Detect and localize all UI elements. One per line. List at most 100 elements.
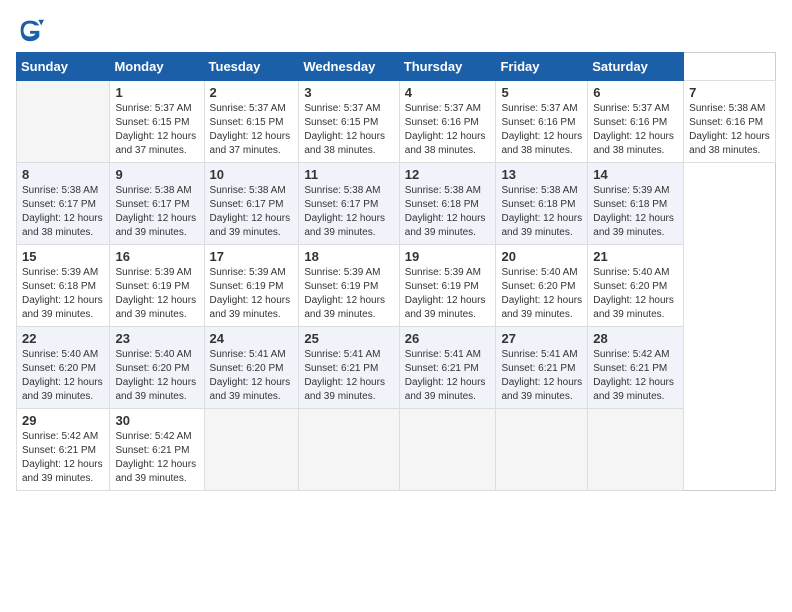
day-number: 8 xyxy=(22,167,104,182)
day-info: Sunrise: 5:38 AMSunset: 6:17 PMDaylight:… xyxy=(115,185,196,238)
weekday-header-monday: Monday xyxy=(110,53,204,81)
day-number: 6 xyxy=(593,85,678,100)
day-cell-16: 16 Sunrise: 5:39 AMSunset: 6:19 PMDaylig… xyxy=(110,245,204,327)
day-info: Sunrise: 5:37 AMSunset: 6:16 PMDaylight:… xyxy=(501,103,582,156)
day-info: Sunrise: 5:37 AMSunset: 6:15 PMDaylight:… xyxy=(115,103,196,156)
day-cell-13: 13 Sunrise: 5:38 AMSunset: 6:18 PMDaylig… xyxy=(496,163,588,245)
day-number: 5 xyxy=(501,85,582,100)
weekday-header-thursday: Thursday xyxy=(399,53,496,81)
day-cell-28: 28 Sunrise: 5:42 AMSunset: 6:21 PMDaylig… xyxy=(588,327,684,409)
day-number: 1 xyxy=(115,85,198,100)
day-info: Sunrise: 5:39 AMSunset: 6:18 PMDaylight:… xyxy=(593,185,674,238)
day-cell-27: 27 Sunrise: 5:41 AMSunset: 6:21 PMDaylig… xyxy=(496,327,588,409)
day-cell-21: 21 Sunrise: 5:40 AMSunset: 6:20 PMDaylig… xyxy=(588,245,684,327)
day-number: 7 xyxy=(689,85,770,100)
day-info: Sunrise: 5:41 AMSunset: 6:20 PMDaylight:… xyxy=(210,349,291,402)
day-info: Sunrise: 5:39 AMSunset: 6:19 PMDaylight:… xyxy=(405,267,486,320)
day-info: Sunrise: 5:37 AMSunset: 6:16 PMDaylight:… xyxy=(405,103,486,156)
logo-icon xyxy=(16,16,44,44)
day-number: 14 xyxy=(593,167,678,182)
day-info: Sunrise: 5:38 AMSunset: 6:17 PMDaylight:… xyxy=(210,185,291,238)
day-info: Sunrise: 5:39 AMSunset: 6:19 PMDaylight:… xyxy=(304,267,385,320)
day-cell-4: 4 Sunrise: 5:37 AMSunset: 6:16 PMDayligh… xyxy=(399,81,496,163)
day-info: Sunrise: 5:38 AMSunset: 6:18 PMDaylight:… xyxy=(405,185,486,238)
empty-cell xyxy=(204,409,299,491)
day-number: 15 xyxy=(22,249,104,264)
calendar-week-5: 29 Sunrise: 5:42 AMSunset: 6:21 PMDaylig… xyxy=(17,409,776,491)
day-info: Sunrise: 5:38 AMSunset: 6:16 PMDaylight:… xyxy=(689,103,770,156)
day-number: 12 xyxy=(405,167,491,182)
day-cell-6: 6 Sunrise: 5:37 AMSunset: 6:16 PMDayligh… xyxy=(588,81,684,163)
day-info: Sunrise: 5:40 AMSunset: 6:20 PMDaylight:… xyxy=(22,349,103,402)
day-cell-11: 11 Sunrise: 5:38 AMSunset: 6:17 PMDaylig… xyxy=(299,163,399,245)
day-number: 16 xyxy=(115,249,198,264)
day-cell-29: 29 Sunrise: 5:42 AMSunset: 6:21 PMDaylig… xyxy=(17,409,110,491)
day-info: Sunrise: 5:40 AMSunset: 6:20 PMDaylight:… xyxy=(593,267,674,320)
day-info: Sunrise: 5:39 AMSunset: 6:19 PMDaylight:… xyxy=(115,267,196,320)
day-cell-18: 18 Sunrise: 5:39 AMSunset: 6:19 PMDaylig… xyxy=(299,245,399,327)
day-number: 22 xyxy=(22,331,104,346)
day-cell-9: 9 Sunrise: 5:38 AMSunset: 6:17 PMDayligh… xyxy=(110,163,204,245)
page-header xyxy=(16,16,776,44)
day-cell-7: 7 Sunrise: 5:38 AMSunset: 6:16 PMDayligh… xyxy=(684,81,776,163)
day-cell-24: 24 Sunrise: 5:41 AMSunset: 6:20 PMDaylig… xyxy=(204,327,299,409)
day-info: Sunrise: 5:37 AMSunset: 6:15 PMDaylight:… xyxy=(304,103,385,156)
day-cell-8: 8 Sunrise: 5:38 AMSunset: 6:17 PMDayligh… xyxy=(17,163,110,245)
day-info: Sunrise: 5:39 AMSunset: 6:19 PMDaylight:… xyxy=(210,267,291,320)
day-info: Sunrise: 5:38 AMSunset: 6:17 PMDaylight:… xyxy=(304,185,385,238)
day-cell-23: 23 Sunrise: 5:40 AMSunset: 6:20 PMDaylig… xyxy=(110,327,204,409)
day-number: 13 xyxy=(501,167,582,182)
day-info: Sunrise: 5:42 AMSunset: 6:21 PMDaylight:… xyxy=(115,431,196,484)
day-number: 27 xyxy=(501,331,582,346)
empty-cell xyxy=(399,409,496,491)
logo xyxy=(16,16,48,44)
day-number: 30 xyxy=(115,413,198,428)
day-number: 25 xyxy=(304,331,393,346)
day-cell-12: 12 Sunrise: 5:38 AMSunset: 6:18 PMDaylig… xyxy=(399,163,496,245)
day-number: 9 xyxy=(115,167,198,182)
weekday-header-saturday: Saturday xyxy=(588,53,684,81)
day-cell-14: 14 Sunrise: 5:39 AMSunset: 6:18 PMDaylig… xyxy=(588,163,684,245)
day-number: 20 xyxy=(501,249,582,264)
day-number: 19 xyxy=(405,249,491,264)
day-number: 18 xyxy=(304,249,393,264)
day-info: Sunrise: 5:42 AMSunset: 6:21 PMDaylight:… xyxy=(593,349,674,402)
day-number: 28 xyxy=(593,331,678,346)
empty-cell xyxy=(17,81,110,163)
empty-cell xyxy=(496,409,588,491)
calendar-table: SundayMondayTuesdayWednesdayThursdayFrid… xyxy=(16,52,776,491)
day-cell-20: 20 Sunrise: 5:40 AMSunset: 6:20 PMDaylig… xyxy=(496,245,588,327)
weekday-header-wednesday: Wednesday xyxy=(299,53,399,81)
day-cell-2: 2 Sunrise: 5:37 AMSunset: 6:15 PMDayligh… xyxy=(204,81,299,163)
day-cell-30: 30 Sunrise: 5:42 AMSunset: 6:21 PMDaylig… xyxy=(110,409,204,491)
day-cell-3: 3 Sunrise: 5:37 AMSunset: 6:15 PMDayligh… xyxy=(299,81,399,163)
weekday-header-sunday: Sunday xyxy=(17,53,110,81)
day-info: Sunrise: 5:41 AMSunset: 6:21 PMDaylight:… xyxy=(405,349,486,402)
calendar-week-4: 22 Sunrise: 5:40 AMSunset: 6:20 PMDaylig… xyxy=(17,327,776,409)
day-info: Sunrise: 5:37 AMSunset: 6:16 PMDaylight:… xyxy=(593,103,674,156)
day-cell-5: 5 Sunrise: 5:37 AMSunset: 6:16 PMDayligh… xyxy=(496,81,588,163)
day-info: Sunrise: 5:41 AMSunset: 6:21 PMDaylight:… xyxy=(501,349,582,402)
day-info: Sunrise: 5:41 AMSunset: 6:21 PMDaylight:… xyxy=(304,349,385,402)
weekday-header-friday: Friday xyxy=(496,53,588,81)
weekday-header-tuesday: Tuesday xyxy=(204,53,299,81)
day-number: 2 xyxy=(210,85,294,100)
day-number: 23 xyxy=(115,331,198,346)
day-info: Sunrise: 5:38 AMSunset: 6:18 PMDaylight:… xyxy=(501,185,582,238)
day-cell-19: 19 Sunrise: 5:39 AMSunset: 6:19 PMDaylig… xyxy=(399,245,496,327)
day-info: Sunrise: 5:38 AMSunset: 6:17 PMDaylight:… xyxy=(22,185,103,238)
day-number: 11 xyxy=(304,167,393,182)
day-info: Sunrise: 5:42 AMSunset: 6:21 PMDaylight:… xyxy=(22,431,103,484)
day-number: 4 xyxy=(405,85,491,100)
day-number: 3 xyxy=(304,85,393,100)
day-info: Sunrise: 5:39 AMSunset: 6:18 PMDaylight:… xyxy=(22,267,103,320)
day-info: Sunrise: 5:37 AMSunset: 6:15 PMDaylight:… xyxy=(210,103,291,156)
day-number: 10 xyxy=(210,167,294,182)
calendar-week-2: 8 Sunrise: 5:38 AMSunset: 6:17 PMDayligh… xyxy=(17,163,776,245)
day-info: Sunrise: 5:40 AMSunset: 6:20 PMDaylight:… xyxy=(115,349,196,402)
day-cell-26: 26 Sunrise: 5:41 AMSunset: 6:21 PMDaylig… xyxy=(399,327,496,409)
calendar-week-1: 1 Sunrise: 5:37 AMSunset: 6:15 PMDayligh… xyxy=(17,81,776,163)
day-cell-17: 17 Sunrise: 5:39 AMSunset: 6:19 PMDaylig… xyxy=(204,245,299,327)
day-cell-10: 10 Sunrise: 5:38 AMSunset: 6:17 PMDaylig… xyxy=(204,163,299,245)
day-info: Sunrise: 5:40 AMSunset: 6:20 PMDaylight:… xyxy=(501,267,582,320)
